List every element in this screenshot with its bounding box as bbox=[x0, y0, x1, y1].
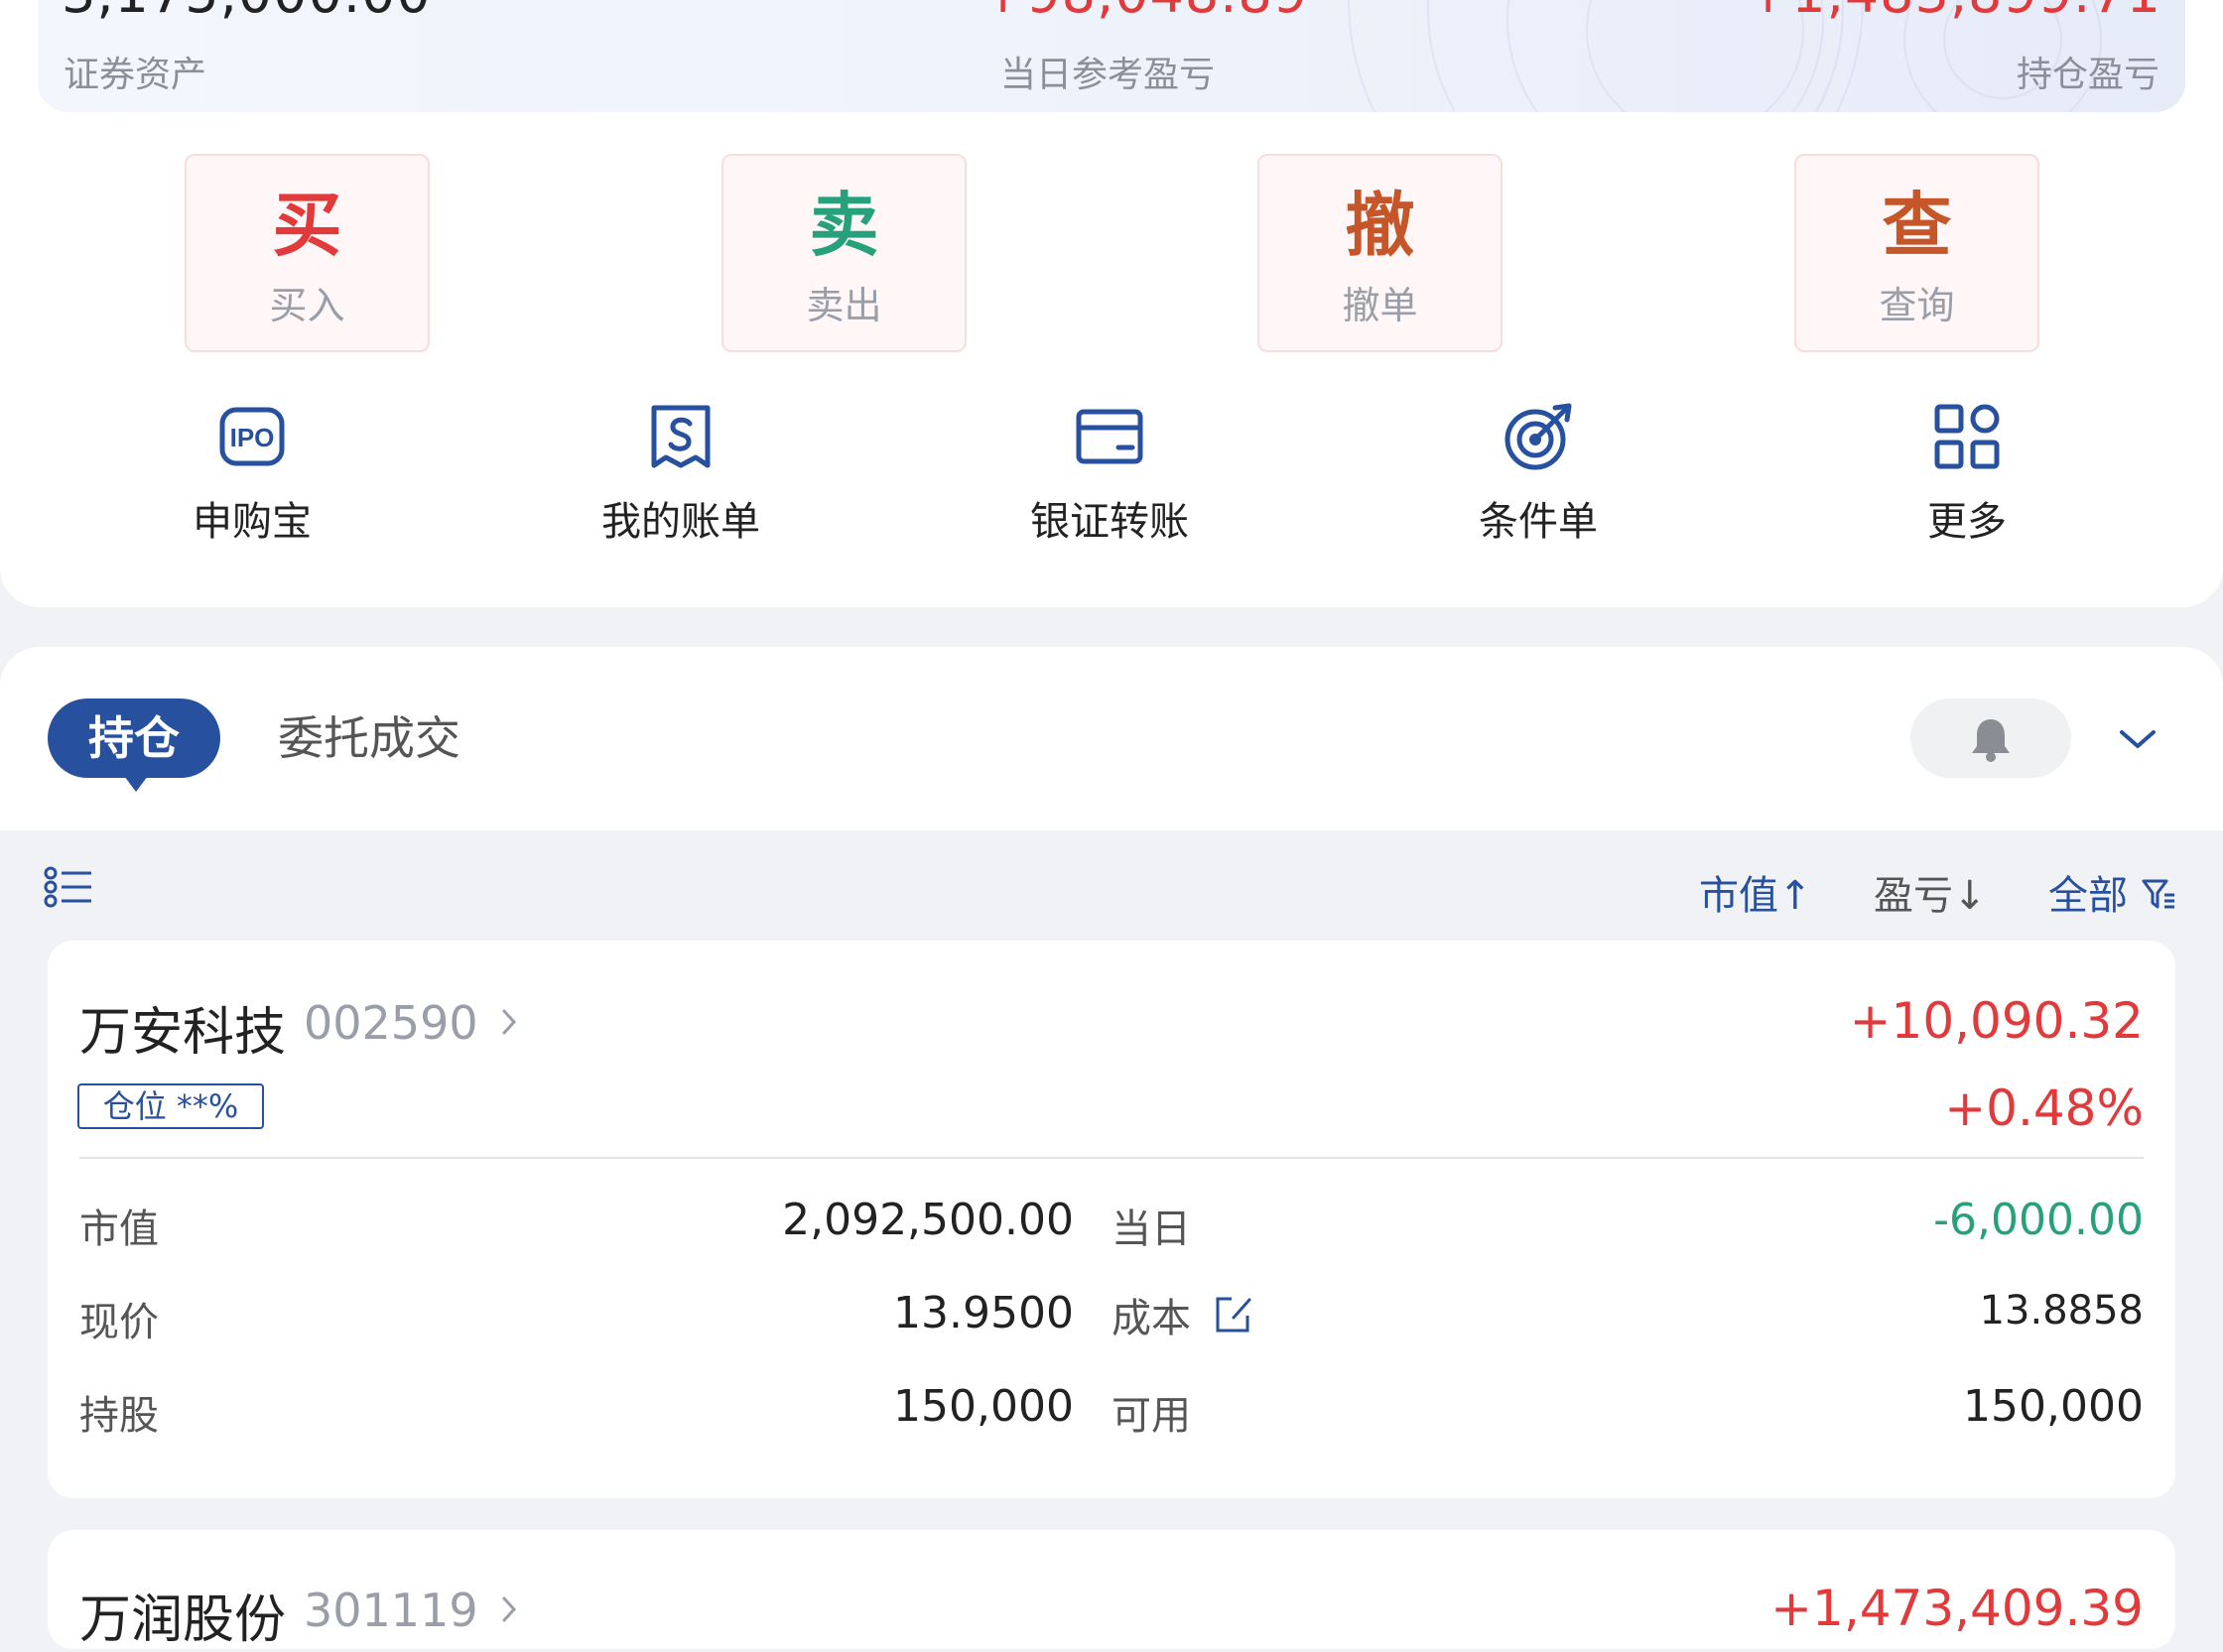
daily-pl-value: +98,048.89 bbox=[981, 0, 1308, 25]
sort-market-value[interactable]: 市值↑ bbox=[1699, 863, 1812, 921]
cost-label[interactable]: 成本 bbox=[1112, 1286, 1253, 1343]
filter-icon bbox=[2142, 879, 2174, 909]
quick-action-transfer[interactable]: 银证转账 bbox=[981, 402, 1239, 547]
stock-code-text: 301119 bbox=[304, 1584, 478, 1637]
query-glyph: 查 bbox=[1882, 185, 1952, 266]
chevron-right-icon bbox=[502, 1596, 517, 1622]
card-divider bbox=[79, 1157, 2144, 1159]
shares-label: 持股 bbox=[79, 1393, 159, 1439]
query-label: 查询 bbox=[1879, 284, 1955, 327]
quick-action-transfer-label: 银证转账 bbox=[1030, 499, 1189, 545]
shares-held: 150,000 bbox=[893, 1381, 1074, 1432]
market-value-label: 市值 bbox=[79, 1207, 159, 1252]
holding-card[interactable]: 万安科技 002590 +10,090.32 仓位 **% +0.48% 市值 … bbox=[48, 941, 2175, 1498]
chevron-right-icon bbox=[502, 1009, 517, 1035]
quick-action-ipo[interactable]: IPO 申购宝 bbox=[123, 402, 381, 547]
tab-orders[interactable]: 委托成交 bbox=[278, 699, 460, 778]
card-icon bbox=[1076, 409, 1143, 464]
grid-icon bbox=[1934, 404, 2000, 469]
filter-all-label: 全部 bbox=[2048, 873, 2128, 919]
list-view-icon[interactable] bbox=[44, 865, 93, 909]
daily-pl-label: 当日 bbox=[1112, 1207, 1191, 1252]
cost-label-text: 成本 bbox=[1112, 1296, 1191, 1341]
available-label: 可用 bbox=[1112, 1393, 1191, 1439]
quick-action-ipo-label: 申购宝 bbox=[193, 499, 312, 545]
bill-icon bbox=[651, 405, 711, 468]
chevron-down-icon[interactable] bbox=[2118, 726, 2158, 752]
position-pl-amount: +1,473,409.39 bbox=[1770, 1580, 2144, 1637]
query-button[interactable]: 查 查询 bbox=[1794, 154, 2039, 352]
daily-pl: -6,000.00 bbox=[1933, 1195, 2144, 1245]
quick-action-bill-label: 我的账单 bbox=[601, 499, 760, 545]
position-pl-rate: +0.48% bbox=[1944, 1080, 2144, 1137]
cost-price: 13.8858 bbox=[1979, 1288, 2144, 1334]
holdings-header: 持仓 委托成交 bbox=[0, 647, 2223, 830]
cancel-order-label: 撤单 bbox=[1342, 284, 1418, 327]
target-icon bbox=[1504, 403, 1572, 470]
alert-toggle[interactable] bbox=[1910, 699, 2071, 778]
quick-action-conditional[interactable]: 条件单 bbox=[1409, 402, 1667, 547]
account-panel: 3,175,000.00 证券资产 +98,048.89 当日参考盈亏 +1,4… bbox=[0, 0, 2223, 607]
holding-card[interactable]: 万润股份 301119 +1,473,409.39 bbox=[48, 1530, 2175, 1650]
filter-all[interactable]: 全部 bbox=[2048, 863, 2176, 921]
stock-name: 万润股份 bbox=[79, 1590, 287, 1650]
position-pl-value: +1,483,899.71 bbox=[1746, 0, 2161, 25]
sell-button[interactable]: 卖 卖出 bbox=[721, 154, 967, 352]
position-pl-amount: +10,090.32 bbox=[1849, 992, 2144, 1050]
daily-pl-label: 当日参考盈亏 bbox=[1000, 55, 1216, 95]
asset-summary-banner[interactable]: 3,175,000.00 证券资产 +98,048.89 当日参考盈亏 +1,4… bbox=[38, 0, 2185, 112]
position-pl-label: 持仓盈亏 bbox=[2016, 55, 2159, 95]
quick-action-conditional-label: 条件单 bbox=[1479, 499, 1598, 545]
quick-action-more-label: 更多 bbox=[1927, 499, 2007, 545]
market-value: 2,092,500.00 bbox=[782, 1195, 1074, 1245]
buy-glyph: 买 bbox=[272, 185, 342, 266]
current-price: 13.9500 bbox=[893, 1288, 1074, 1338]
stock-name: 万安科技 bbox=[79, 1003, 287, 1063]
bell-icon bbox=[1972, 719, 2010, 762]
available-shares: 150,000 bbox=[1963, 1381, 2144, 1432]
securities-assets-label: 证券资产 bbox=[64, 55, 207, 95]
sort-pl[interactable]: 盈亏↓ bbox=[1874, 863, 1987, 921]
svg-text:IPO: IPO bbox=[230, 423, 275, 452]
buy-button[interactable]: 买 买入 bbox=[185, 154, 430, 352]
buy-label: 买入 bbox=[269, 284, 345, 327]
cancel-order-button[interactable]: 撤 撤单 bbox=[1257, 154, 1503, 352]
sell-label: 卖出 bbox=[806, 284, 882, 327]
cancel-order-glyph: 撤 bbox=[1345, 185, 1415, 266]
price-label: 现价 bbox=[79, 1300, 159, 1345]
quick-action-bill[interactable]: 我的账单 bbox=[552, 402, 810, 547]
tab-positions[interactable]: 持仓 bbox=[48, 699, 220, 792]
ipo-icon: IPO bbox=[219, 407, 285, 466]
stock-code[interactable]: 002590 bbox=[304, 996, 518, 1050]
stock-code[interactable]: 301119 bbox=[304, 1584, 518, 1637]
securities-assets-value: 3,175,000.00 bbox=[62, 0, 432, 25]
position-ratio-badge: 仓位 **% bbox=[77, 1083, 264, 1129]
quick-action-more[interactable]: 更多 bbox=[1838, 402, 2096, 547]
edit-icon bbox=[1216, 1297, 1251, 1333]
sell-glyph: 卖 bbox=[809, 185, 879, 266]
stock-code-text: 002590 bbox=[304, 996, 478, 1050]
